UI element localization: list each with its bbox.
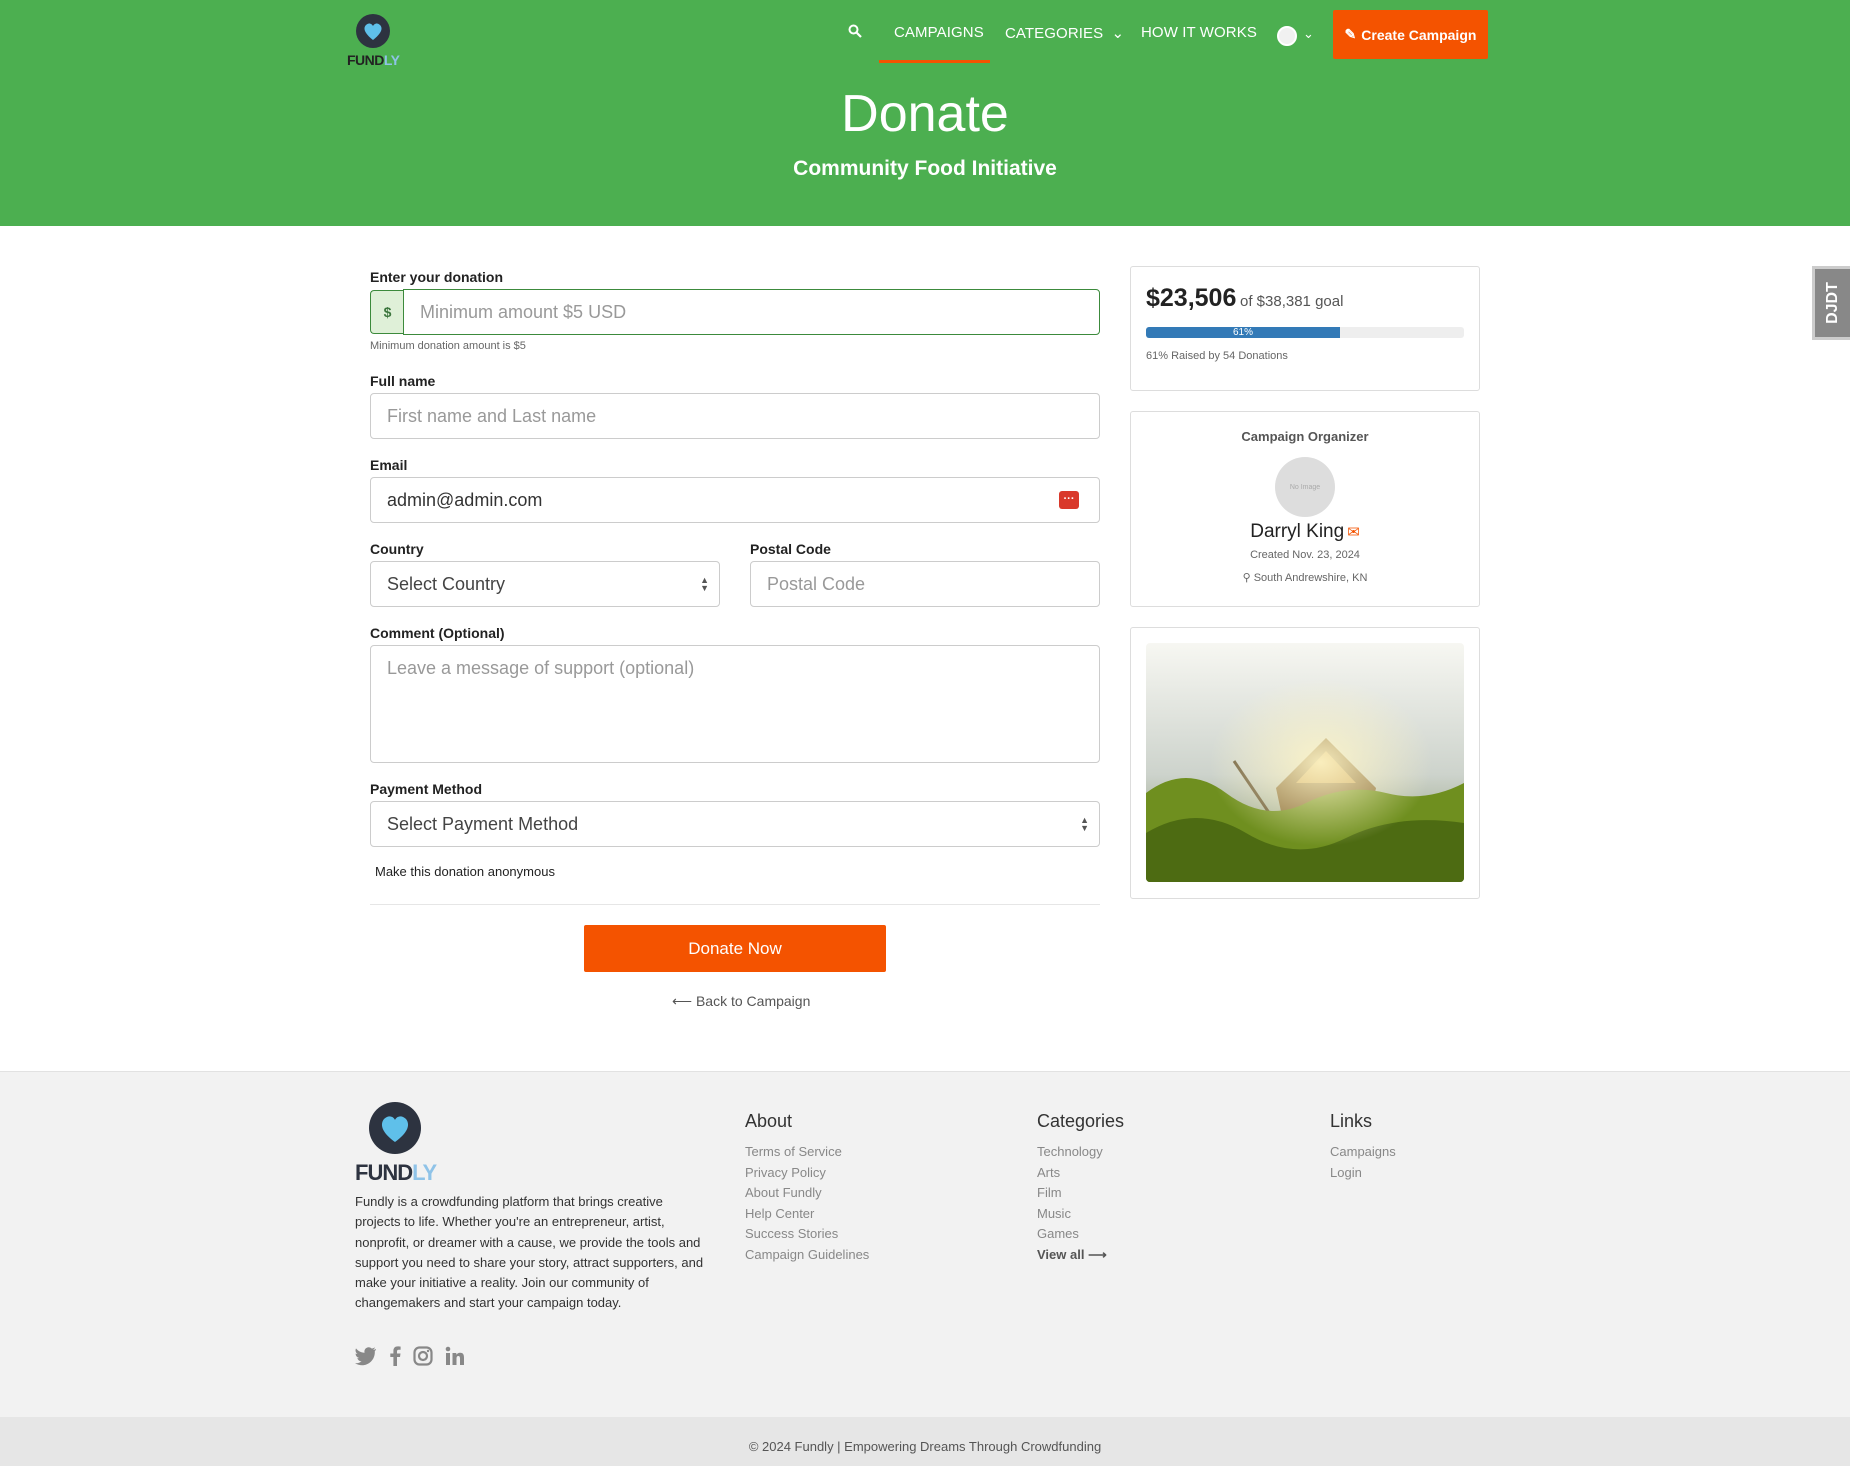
footer-link-success[interactable]: Success Stories [745, 1224, 869, 1245]
organizer-created: Created Nov. 23, 2024 [1250, 549, 1360, 561]
nav-categories[interactable]: CATEGORIES ⌄ [1005, 24, 1124, 42]
footer-link-technology[interactable]: Technology [1037, 1142, 1107, 1163]
footer-link-terms[interactable]: Terms of Service [745, 1142, 869, 1163]
nav-how-it-works[interactable]: HOW IT WORKS [1141, 24, 1257, 41]
chevron-down-icon: ⌄ [1111, 25, 1125, 42]
footer-link-campaigns[interactable]: Campaigns [1330, 1142, 1396, 1163]
country-select[interactable]: Select Country ▲ ▼ [370, 561, 720, 607]
form-divider [370, 904, 1100, 905]
chevron-down-icon[interactable]: ⌄ [1303, 26, 1314, 42]
comment-label: Comment (Optional) [370, 625, 505, 641]
facebook-icon[interactable] [389, 1346, 401, 1372]
footer-links-list: Campaigns Login [1330, 1142, 1396, 1183]
heart-logo-icon [369, 1102, 421, 1154]
heart-logo-icon [356, 14, 390, 48]
debug-toolbar-tab[interactable]: DJDT [1812, 266, 1850, 340]
footer-about-heading: About [745, 1111, 793, 1131]
edit-icon: ✎ [1344, 26, 1357, 42]
donation-label: Enter your donation [370, 269, 503, 285]
map-marker-icon: ⚲ [1242, 572, 1251, 584]
copyright-bar: © 2024 Fundly | Empowering Dreams Throug… [0, 1417, 1850, 1466]
raised-amount: $23,506 [1146, 284, 1237, 312]
raised-stats: 61% Raised by 54 Donations [1146, 350, 1288, 362]
full-name-label: Full name [370, 373, 436, 389]
password-manager-icon[interactable]: ··· [1059, 491, 1079, 509]
organizer-name: Darryl King ✉ [1250, 521, 1360, 542]
arrow-left-icon: ⟵ [672, 993, 693, 1009]
campaign-name: Community Food Initiative [793, 157, 1057, 180]
footer [0, 1071, 1850, 1417]
select-arrows-icon: ▲ ▼ [1080, 815, 1089, 833]
footer-link-guidelines[interactable]: Campaign Guidelines [745, 1245, 869, 1266]
payment-label: Payment Method [370, 781, 483, 797]
postal-label: Postal Code [750, 541, 831, 557]
envelope-icon[interactable]: ✉ [1347, 524, 1360, 541]
arrow-right-icon: ⟶ [1088, 1246, 1107, 1262]
email-field[interactable]: admin@admin.com ··· [370, 477, 1100, 523]
twitter-icon[interactable] [355, 1346, 377, 1372]
payment-method-select[interactable]: Select Payment Method ▲ ▼ [370, 801, 1100, 847]
footer-description: Fundly is a crowdfunding platform that b… [355, 1194, 704, 1311]
fundly-logo[interactable]: FUNDLY [347, 14, 407, 70]
nav-active-indicator [879, 60, 990, 63]
footer-categories-heading: Categories [1037, 1111, 1125, 1131]
comment-textarea[interactable]: Leave a message of support (optional) [370, 645, 1100, 763]
footer-link-login[interactable]: Login [1330, 1163, 1396, 1184]
social-links [355, 1346, 465, 1372]
donate-now-button[interactable]: Donate Now [584, 925, 886, 972]
linkedin-icon[interactable] [445, 1346, 465, 1372]
footer-link-games[interactable]: Games [1037, 1224, 1107, 1245]
full-name-input[interactable]: First name and Last name [370, 393, 1100, 439]
instagram-icon[interactable] [413, 1346, 433, 1372]
progress-bar: 61% [1146, 327, 1464, 338]
anonymous-checkbox[interactable]: Make this donation anonymous [375, 864, 555, 879]
progress-fill: 61% [1146, 327, 1340, 338]
organizer-avatar: No Image [1275, 457, 1335, 517]
country-label: Country [370, 541, 424, 557]
page-title: Donate [841, 85, 1009, 143]
currency-addon: $ [370, 290, 404, 334]
select-arrows-icon: ▲ ▼ [700, 575, 709, 593]
nav-campaigns[interactable]: CAMPAIGNS [894, 24, 984, 41]
footer-link-music[interactable]: Music [1037, 1204, 1107, 1225]
user-avatar[interactable] [1277, 26, 1297, 46]
donation-amount-input[interactable]: Minimum amount $5 USD [403, 289, 1100, 335]
search-icon[interactable] [848, 24, 868, 43]
back-to-campaign-link[interactable]: ⟵ Back to Campaign [672, 993, 810, 1010]
footer-links-heading: Links [1330, 1111, 1373, 1131]
postal-code-input[interactable]: Postal Code [750, 561, 1100, 607]
organizer-heading: Campaign Organizer [1241, 429, 1369, 444]
donation-hint: Minimum donation amount is $5 [370, 340, 526, 352]
footer-categories-list: Technology Arts Film Music Games View al… [1037, 1142, 1107, 1266]
email-label: Email [370, 457, 408, 473]
footer-about-list: Terms of Service Privacy Policy About Fu… [745, 1142, 869, 1266]
footer-link-film[interactable]: Film [1037, 1183, 1107, 1204]
footer-link-arts[interactable]: Arts [1037, 1163, 1107, 1184]
footer-logo: FUNDLY [355, 1102, 445, 1185]
organizer-location: ⚲ South Andrewshire, KN [1242, 572, 1368, 584]
footer-link-about[interactable]: About Fundly [745, 1183, 869, 1204]
footer-link-privacy[interactable]: Privacy Policy [745, 1163, 869, 1184]
footer-link-view-all[interactable]: View all ⟶ [1037, 1245, 1107, 1266]
footer-link-help[interactable]: Help Center [745, 1204, 869, 1225]
campaign-image [1146, 643, 1464, 882]
goal-text: of $38,381 goal [1240, 293, 1344, 310]
create-campaign-button[interactable]: ✎ Create Campaign [1333, 10, 1488, 59]
